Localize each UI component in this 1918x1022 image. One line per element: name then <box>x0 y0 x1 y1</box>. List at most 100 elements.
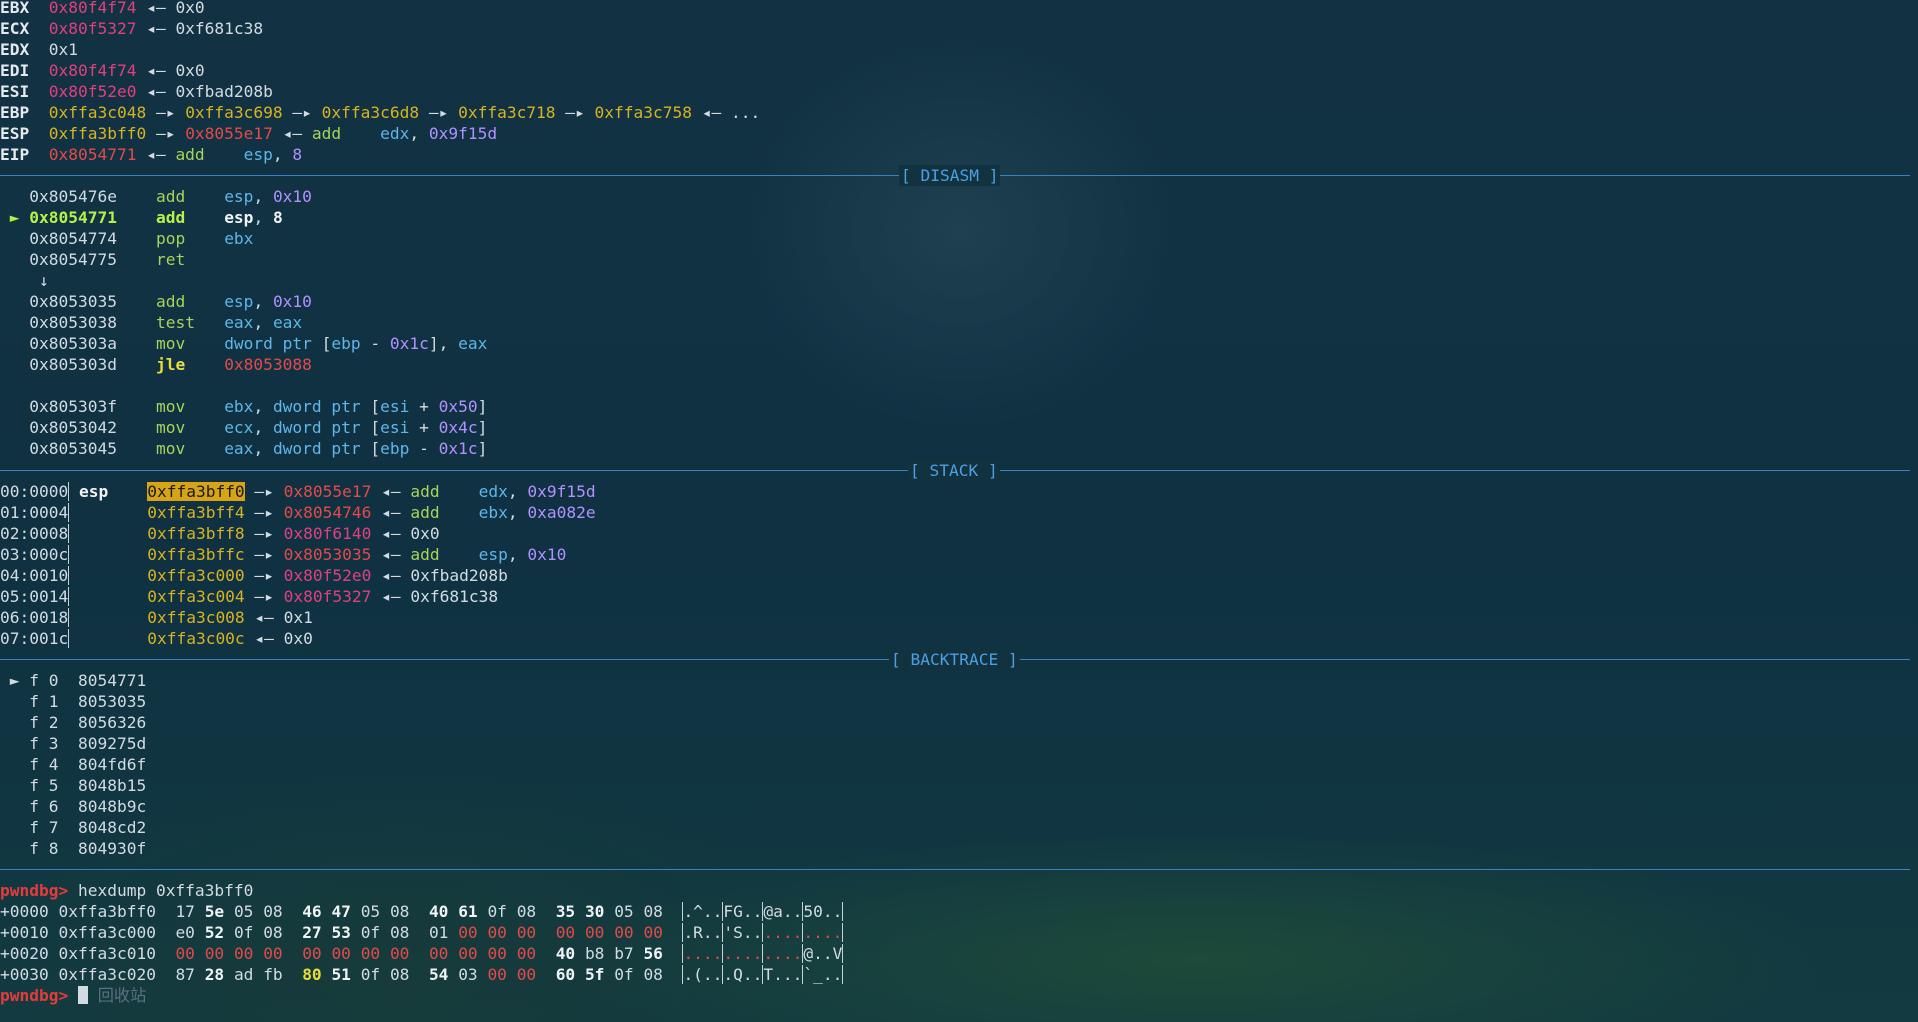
text-span <box>253 965 263 984</box>
text-span <box>128 524 148 543</box>
stack-register <box>79 629 128 648</box>
stack-value: 0x8054746 <box>283 503 372 522</box>
operand: eax <box>224 439 254 458</box>
register-value: 0x1 <box>48 40 78 59</box>
text-span <box>39 19 49 38</box>
stack-offset: 01:0004 <box>0 503 69 522</box>
hex-byte: 01 <box>428 923 449 942</box>
hex-byte: 47 <box>331 902 351 921</box>
hexdump-offset: +0030 <box>0 965 59 984</box>
hex-byte: 00 <box>204 944 225 963</box>
frame-marker <box>0 713 29 732</box>
hex-byte: 80 <box>302 965 322 984</box>
text-span <box>604 902 614 921</box>
operand: 8 <box>272 208 283 227</box>
text-span <box>634 944 644 963</box>
register-value: , <box>272 145 293 164</box>
text-span <box>604 965 614 984</box>
hex-byte: 00 <box>643 923 663 942</box>
instruction-address: 0x8054774 <box>29 229 156 248</box>
command-text: hexdump 0xffa3bff0 <box>68 881 254 900</box>
text-span <box>322 944 332 963</box>
operand: ecx <box>224 418 254 437</box>
hex-byte: b8 <box>584 944 605 963</box>
stack-value: add <box>410 545 440 564</box>
operand: , <box>253 439 273 458</box>
hex-byte: 28 <box>204 965 225 984</box>
operand: - <box>409 439 439 458</box>
stack-offset: 03:000c <box>0 545 69 564</box>
ascii-divider <box>842 902 844 921</box>
stack-value: 0xf681c38 <box>410 587 499 606</box>
hex-byte: 51 <box>331 965 351 984</box>
jump-arrow: ↓ <box>0 271 49 290</box>
stack-value: 0x80f6140 <box>283 524 372 543</box>
stack-value: 0x0 <box>283 629 313 648</box>
ascii-chunk: .^.. <box>683 902 723 921</box>
ascii-chunk: @..V <box>803 944 843 963</box>
text-span <box>195 923 205 942</box>
hex-byte: 00 <box>331 944 351 963</box>
backtrace-frame: f 1 8053035 <box>0 691 146 712</box>
operand: 0x10 <box>272 187 312 206</box>
hexdump-row: +0010 0xffa3c000 e0 52 0f 08 27 53 0f 08… <box>0 922 844 943</box>
current-marker <box>0 355 29 374</box>
operand: ] <box>477 397 488 416</box>
stack-divider <box>68 503 79 522</box>
ascii-chunk: `_.. <box>803 965 843 984</box>
text-span <box>380 923 390 942</box>
hexdump-address: 0xffa3c020 <box>58 965 176 984</box>
text-cursor[interactable] <box>77 986 88 1004</box>
current-marker <box>0 418 29 437</box>
register-value: 0x80f5327 <box>48 19 137 38</box>
hex-byte: 46 <box>302 902 322 921</box>
frame-marker: ► <box>0 671 30 690</box>
instruction-address: 0x8053038 <box>29 313 156 332</box>
text-span <box>507 902 517 921</box>
operand: ] <box>477 439 488 458</box>
instruction-address: 0x8053042 <box>29 418 156 437</box>
register-value: 0xfbad208b <box>175 82 273 101</box>
disasm-line: 0x8054775 ret <box>0 249 224 270</box>
text-span <box>448 944 458 963</box>
disasm-line: 0x8054774 pop ebx <box>0 228 253 249</box>
stack-value: 0x10 <box>527 545 567 564</box>
text-span <box>663 965 683 984</box>
stack-register <box>79 524 128 543</box>
disasm-line: 0x8053045 mov eax, dword ptr [ebp - 0x1c… <box>0 438 487 459</box>
text-span <box>128 629 148 648</box>
prompt-label: pwndbg> <box>0 881 69 900</box>
stack-value: —▸ <box>244 524 284 543</box>
current-marker <box>0 313 29 332</box>
register-value: 0x0 <box>175 61 205 80</box>
operand: 0x4c <box>438 418 478 437</box>
register-row: EBP 0xffa3c048 —▸ 0xffa3c698 —▸ 0xffa3c6… <box>0 102 760 123</box>
text-span <box>507 944 517 963</box>
text-span <box>409 923 429 942</box>
stack-address: 0xffa3bffc <box>147 545 245 564</box>
instruction-address: 0x8053035 <box>29 292 156 311</box>
text-span <box>536 902 556 921</box>
hex-byte: 60 <box>555 965 576 984</box>
stack-address: 0xffa3bff0 <box>147 482 245 501</box>
hex-byte: 87 <box>175 965 195 984</box>
frame-number: f 8 <box>29 839 78 858</box>
stack-value: 0x8053035 <box>283 545 372 564</box>
text-span <box>478 923 488 942</box>
operand: dword ptr <box>272 418 371 437</box>
text-span <box>283 923 303 942</box>
text-span <box>604 923 614 942</box>
current-marker <box>0 229 29 248</box>
register-value: 0xffa3c758 <box>594 103 693 122</box>
register-row: EIP 0x8054771 ◂— add esp, 8 <box>0 144 302 165</box>
command-line: pwndbg> hexdump 0xffa3bff0 <box>0 880 253 901</box>
register-value: ◂— <box>136 61 176 80</box>
hex-byte: 08 <box>643 902 663 921</box>
terminal-window[interactable]: EBX 0x80f4f74 ◂— 0x0 ECX 0x80f5327 ◂— 0xf… <box>0 0 1918 1022</box>
text-span <box>224 902 234 921</box>
register-value: 0x8054771 <box>48 145 137 164</box>
hex-byte: 08 <box>643 965 663 984</box>
text-span <box>507 923 517 942</box>
hex-byte: ad <box>233 965 254 984</box>
mnemonic: mov <box>155 439 225 458</box>
